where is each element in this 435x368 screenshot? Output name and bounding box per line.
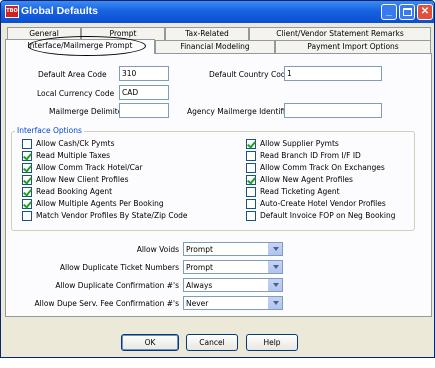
checkbox-label: Allow Comm Track Hotel/Car bbox=[36, 163, 143, 172]
select-value: Never bbox=[186, 299, 209, 308]
agency-mailmerge-identifier-label: Agency Mailmerge Identifier bbox=[187, 107, 293, 116]
checkbox-box-checked bbox=[22, 198, 32, 209]
allow-duplicate-confirmation-label: Allow Duplicate Confirmation #'s bbox=[55, 281, 179, 290]
checkbox-label: Read Ticketing Agent bbox=[260, 187, 340, 196]
checkbox-label: Read Multiple Taxes bbox=[36, 151, 111, 160]
checkbox-label: Match Vendor Profiles By State/Zip Code bbox=[36, 211, 188, 220]
interface-options-title: Interface Options bbox=[15, 126, 84, 135]
checkbox-box bbox=[22, 138, 32, 149]
default-area-code-label: Default Area Code bbox=[38, 70, 107, 79]
checkbox-box-checked bbox=[246, 174, 256, 185]
local-currency-code-input[interactable]: CAD bbox=[119, 85, 169, 100]
checkbox-box bbox=[246, 162, 256, 173]
chevron-down-icon[interactable] bbox=[268, 297, 282, 309]
allow-dupe-serv-fee-confirmation-label: Allow Dupe Serv. Fee Confirmation #'s bbox=[34, 299, 179, 308]
default-invoice-fop-checkbox[interactable]: Default Invoice FOP on Neg Booking bbox=[246, 210, 395, 221]
ok-button[interactable]: OK bbox=[121, 334, 179, 351]
checkbox-box bbox=[246, 186, 256, 197]
read-branch-id-checkbox[interactable]: Read Branch ID From I/F ID bbox=[246, 150, 361, 161]
read-booking-agent-checkbox[interactable]: Read Booking Agent bbox=[22, 186, 112, 197]
window-title: Global Defaults bbox=[21, 5, 99, 17]
checkbox-box-checked bbox=[22, 174, 32, 185]
checkbox-label: Default Invoice FOP on Neg Booking bbox=[260, 211, 396, 220]
checkbox-box-checked bbox=[22, 162, 32, 173]
maximize-icon bbox=[403, 8, 412, 16]
read-multiple-taxes-checkbox[interactable]: Read Multiple Taxes bbox=[22, 150, 110, 161]
checkbox-label: Allow New Agent Profiles bbox=[260, 175, 353, 184]
chevron-down-icon[interactable] bbox=[268, 261, 282, 273]
allow-comm-track-on-exchanges-checkbox[interactable]: Allow Comm Track On Exchanges bbox=[246, 162, 385, 173]
app-logo-icon: TBO bbox=[5, 5, 19, 18]
allow-duplicate-ticket-numbers-label: Allow Duplicate Ticket Numbers bbox=[59, 263, 179, 272]
checkbox-box-checked bbox=[22, 150, 32, 161]
checkbox-label: Read Branch ID From I/F ID bbox=[260, 151, 361, 160]
chevron-down-icon[interactable] bbox=[268, 243, 282, 255]
select-value: Prompt bbox=[186, 263, 213, 272]
allow-new-client-profiles-checkbox[interactable]: Allow New Client Profiles bbox=[22, 174, 128, 185]
checkbox-label: Read Booking Agent bbox=[36, 187, 113, 196]
local-currency-code-label: Local Currency Code bbox=[37, 89, 115, 98]
allow-voids-label: Allow Voids bbox=[136, 245, 179, 254]
checkbox-label: Allow Multiple Agents Per Booking bbox=[36, 199, 164, 208]
default-country-code-label: Default Country Code bbox=[209, 70, 291, 79]
cancel-button[interactable]: Cancel bbox=[186, 334, 238, 351]
default-area-code-input[interactable]: 310 bbox=[119, 66, 169, 81]
tab-tax-related[interactable]: Tax-Related bbox=[165, 27, 249, 40]
mailmerge-delimiter-label: Mailmerge Delimiter bbox=[49, 107, 126, 116]
allow-supplier-pymts-checkbox[interactable]: Allow Supplier Pymts bbox=[246, 138, 339, 149]
allow-voids-select[interactable]: Prompt bbox=[183, 242, 283, 256]
auto-create-hotel-vendor-profiles-checkbox[interactable]: Auto-Create Hotel Vendor Profiles bbox=[246, 198, 386, 209]
allow-dupe-serv-fee-confirmation-select[interactable]: Never bbox=[183, 296, 283, 310]
checkbox-box bbox=[246, 210, 256, 221]
maximize-button[interactable] bbox=[399, 4, 415, 20]
tab-interface-mailmerge-prompt[interactable]: Interface/Mailmerge Prompt bbox=[5, 39, 155, 54]
checkbox-box-checked bbox=[246, 138, 256, 149]
select-value: Prompt bbox=[186, 245, 213, 254]
tab-client-vendor-statement-remarks[interactable]: Client/Vendor Statement Remarks bbox=[249, 27, 431, 40]
allow-cash-ck-pymts-checkbox[interactable]: Allow Cash/Ck Pymts bbox=[22, 138, 115, 149]
checkbox-box bbox=[246, 150, 256, 161]
checkbox-box bbox=[22, 210, 32, 221]
checkbox-box-checked bbox=[22, 186, 32, 197]
allow-comm-track-hotel-car-checkbox[interactable]: Allow Comm Track Hotel/Car bbox=[22, 162, 143, 173]
agency-mailmerge-identifier-input[interactable] bbox=[284, 103, 382, 118]
match-vendor-profiles-checkbox[interactable]: Match Vendor Profiles By State/Zip Code bbox=[22, 210, 188, 221]
checkbox-label: Auto-Create Hotel Vendor Profiles bbox=[260, 199, 386, 208]
default-country-code-input[interactable]: 1 bbox=[284, 66, 382, 81]
allow-duplicate-ticket-numbers-select[interactable]: Prompt bbox=[183, 260, 283, 274]
title-bar[interactable]: TBO Global Defaults _ ✕ bbox=[1, 1, 434, 23]
help-button[interactable]: Help bbox=[246, 334, 298, 351]
checkbox-label: Allow Comm Track On Exchanges bbox=[260, 163, 385, 172]
checkbox-box bbox=[246, 198, 256, 209]
allow-new-agent-profiles-checkbox[interactable]: Allow New Agent Profiles bbox=[246, 174, 353, 185]
checkbox-label: Allow New Client Profiles bbox=[36, 175, 129, 184]
tab-financial-modeling[interactable]: Financial Modeling bbox=[155, 40, 275, 53]
allow-multiple-agents-per-booking-checkbox[interactable]: Allow Multiple Agents Per Booking bbox=[22, 198, 164, 209]
minimize-button[interactable]: _ bbox=[381, 4, 397, 20]
mailmerge-delimiter-input[interactable] bbox=[119, 103, 169, 118]
close-button[interactable]: ✕ bbox=[417, 4, 433, 20]
chevron-down-icon[interactable] bbox=[268, 279, 282, 291]
checkbox-label: Allow Cash/Ck Pymts bbox=[36, 139, 115, 148]
select-value: Always bbox=[186, 281, 213, 290]
checkbox-label: Allow Supplier Pymts bbox=[260, 139, 339, 148]
global-defaults-window: TBO Global Defaults _ ✕ General Prompt T… bbox=[0, 0, 435, 358]
allow-duplicate-confirmation-select[interactable]: Always bbox=[183, 278, 283, 292]
read-ticketing-agent-checkbox[interactable]: Read Ticketing Agent bbox=[246, 186, 340, 197]
tab-payment-import-options[interactable]: Payment Import Options bbox=[275, 40, 431, 53]
